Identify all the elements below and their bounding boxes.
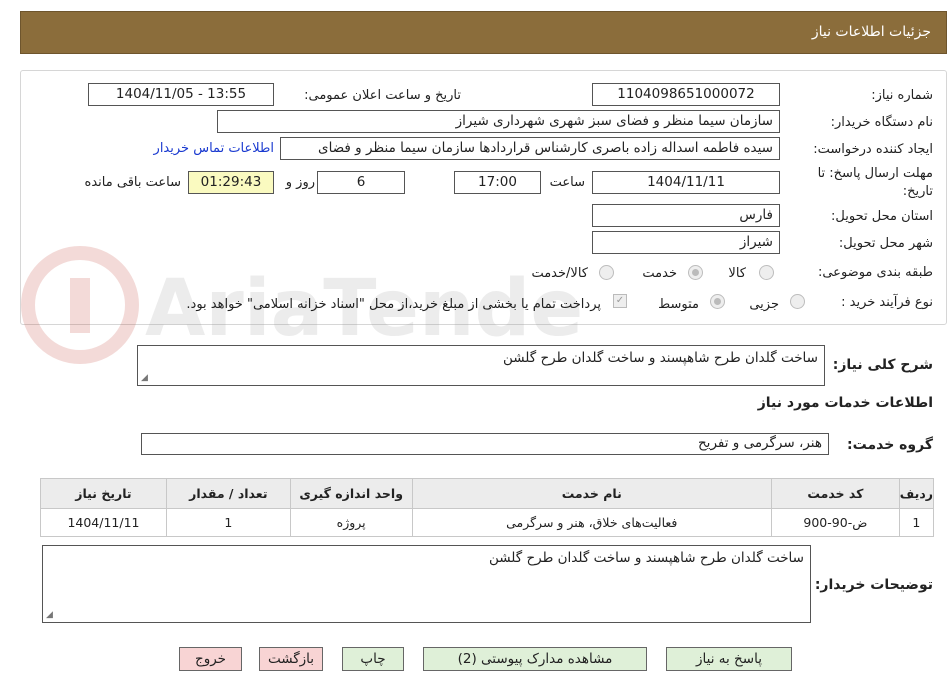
cell-code: ض-90-900 [770, 508, 900, 537]
cell-name: فعالیت‌های خلاق، هنر و سرگرمی [411, 508, 772, 537]
announce-datetime-field: 1404/11/05 - 13:55 [88, 83, 274, 106]
deadline-time-label: ساعت [549, 175, 585, 190]
cell-qty: 1 [165, 508, 291, 537]
buyer-contact-link[interactable]: اطلاعات تماس خریدار [154, 141, 274, 156]
services-section-title: اطلاعات خدمات مورد نیاز [757, 395, 933, 411]
deadline-date-field: 1404/11/11 [592, 171, 780, 194]
category-service-radio[interactable] [688, 265, 703, 280]
deadline-label-date: تاریخ: [902, 184, 933, 199]
col-header-name: نام خدمت [411, 478, 772, 509]
cell-row: 1 [898, 508, 935, 537]
service-group-field: هنر، سرگرمی و تفریح [141, 433, 829, 455]
attachments-button[interactable]: مشاهده مدارک پیوستی (2) [423, 647, 647, 671]
category-both-radio[interactable] [599, 265, 614, 280]
category-label: طبقه بندی موضوعی: [817, 265, 933, 280]
page-title: جزئیات اطلاعات نیاز [811, 24, 931, 40]
category-goods-label: کالا [728, 266, 746, 281]
back-button[interactable]: بازگشت [259, 647, 323, 671]
resize-grip-icon[interactable]: ◢ [141, 373, 148, 383]
services-table: ردیف کد خدمت نام خدمت واحد اندازه گیری ت… [40, 478, 935, 537]
remaining-label: ساعت باقی مانده [84, 175, 181, 190]
deadline-time-field: 17:00 [454, 171, 541, 194]
payment-note: پرداخت تمام یا بخشی از مبلغ خرید،از محل … [186, 297, 601, 312]
category-both-label: کالا/خدمت [531, 266, 588, 281]
buyer-notes-text: ساخت گلدان طرح شاهپسند و ساخت گلدان طرح … [488, 550, 804, 566]
requester-label: ایجاد کننده درخواست: [813, 142, 933, 157]
province-field: فارس [592, 204, 780, 227]
days-label: روز و [285, 175, 315, 190]
print-button[interactable]: چاپ [342, 647, 404, 671]
deadline-label: مهلت ارسال پاسخ: تا [817, 166, 933, 181]
category-goods-radio[interactable] [759, 265, 774, 280]
resize-grip-icon[interactable]: ◢ [46, 610, 53, 620]
announce-label: تاریخ و ساعت اعلان عمومی: [304, 88, 461, 103]
buyer-notes-textarea[interactable]: ساخت گلدان طرح شاهپسند و ساخت گلدان طرح … [42, 545, 811, 623]
need-number-field: 1104098651000072 [592, 83, 780, 106]
city-label: شهر محل تحویل: [838, 236, 933, 251]
col-header-qty: تعداد / مقدار [165, 478, 291, 509]
summary-text: ساخت گلدان طرح شاهپسند و ساخت گلدان طرح … [502, 350, 818, 366]
col-header-row: ردیف [898, 478, 935, 509]
process-label: نوع فرآیند خرید : [841, 295, 933, 310]
need-number-label: شماره نیاز: [871, 88, 933, 103]
cell-unit: پروژه [289, 508, 413, 537]
col-header-code: کد خدمت [770, 478, 900, 509]
exit-button[interactable]: خروج [179, 647, 242, 671]
days-field: 6 [317, 171, 405, 194]
col-header-date: تاریخ نیاز [40, 478, 167, 509]
page-title-bar: جزئیات اطلاعات نیاز [20, 11, 947, 54]
payment-checkbox[interactable]: ✓ [613, 294, 627, 308]
remaining-time-field: 01:29:43 [188, 171, 274, 194]
table-header-row: ردیف کد خدمت نام خدمت واحد اندازه گیری ت… [40, 478, 935, 509]
buyer-notes-label: توضیحات خریدار: [814, 577, 933, 593]
process-minor-radio[interactable] [790, 294, 805, 309]
col-header-unit: واحد اندازه گیری [289, 478, 413, 509]
buyer-org-label: نام دستگاه خریدار: [830, 115, 933, 130]
summary-label: شرح کلی نیاز: [832, 357, 933, 373]
process-minor-label: جزیی [749, 297, 779, 312]
summary-textarea[interactable]: ساخت گلدان طرح شاهپسند و ساخت گلدان طرح … [137, 345, 825, 386]
service-group-label: گروه خدمت: [847, 437, 933, 453]
city-field: شیراز [592, 231, 780, 254]
process-medium-radio[interactable] [710, 294, 725, 309]
cell-date: 1404/11/11 [40, 508, 167, 537]
category-service-label: خدمت [642, 266, 677, 281]
reply-button[interactable]: پاسخ به نیاز [666, 647, 792, 671]
requester-field: سیده فاطمه اسداله زاده باصری کارشناس قرا… [280, 137, 780, 160]
process-medium-label: متوسط [658, 297, 699, 312]
province-label: استان محل تحویل: [831, 209, 933, 224]
table-row: 1 ض-90-900 فعالیت‌های خلاق، هنر و سرگرمی… [40, 508, 935, 537]
buyer-org-field: سازمان سیما منظر و فضای سبز شهری شهرداری… [217, 110, 780, 133]
